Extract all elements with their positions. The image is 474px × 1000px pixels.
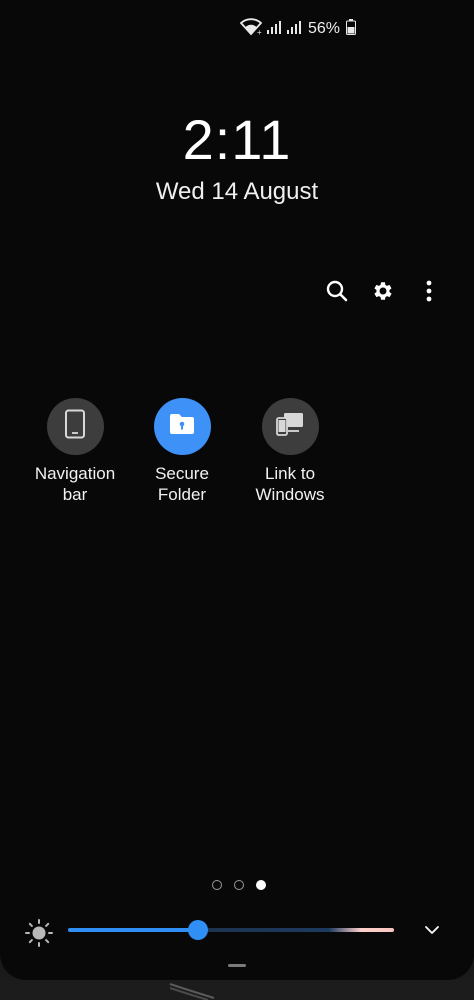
phone-navigation-icon bbox=[64, 409, 86, 444]
signal-bars-icon bbox=[286, 19, 302, 40]
panel-toolbar bbox=[314, 276, 452, 310]
brightness-expand-button[interactable] bbox=[418, 918, 446, 944]
tile-secure-folder[interactable]: Secure Folder bbox=[122, 398, 242, 505]
brightness-control bbox=[0, 912, 474, 952]
search-button[interactable] bbox=[314, 276, 360, 310]
battery-icon bbox=[346, 18, 357, 40]
page-dot[interactable] bbox=[234, 880, 244, 890]
tile-navigation-bar-circle[interactable] bbox=[46, 398, 104, 455]
tile-navigation-bar[interactable]: Navigation bar bbox=[15, 398, 135, 505]
brightness-sun-icon bbox=[24, 918, 54, 948]
clock-time[interactable]: 2:11 bbox=[0, 108, 474, 172]
tile-link-to-windows[interactable]: Link to Windows bbox=[230, 398, 350, 505]
secure-folder-icon bbox=[168, 412, 196, 441]
link-to-windows-icon bbox=[275, 411, 305, 442]
status-bar: + 56% bbox=[239, 16, 360, 42]
svg-text:+: + bbox=[257, 28, 262, 36]
tile-label: Navigation bar bbox=[34, 464, 116, 504]
more-options-button[interactable] bbox=[406, 276, 452, 310]
tile-label: Secure Folder bbox=[155, 464, 209, 504]
search-icon bbox=[325, 279, 349, 308]
brightness-slider-fill bbox=[68, 928, 199, 932]
quick-tiles: Navigation bar Secure Folder Link to Win… bbox=[0, 398, 474, 518]
background-behind-panel bbox=[0, 980, 474, 1000]
battery-percent: 56% bbox=[308, 20, 341, 37]
tile-secure-folder-circle[interactable] bbox=[153, 398, 211, 455]
tile-link-to-windows-circle[interactable] bbox=[261, 398, 319, 455]
quick-panel: + 56% 2:11 Wed 14 August Navigation bar … bbox=[0, 0, 474, 980]
gear-icon bbox=[371, 279, 395, 308]
panel-drag-handle[interactable] bbox=[228, 964, 246, 967]
settings-button[interactable] bbox=[360, 276, 406, 310]
tile-label: Link to Windows bbox=[255, 464, 325, 504]
page-indicator bbox=[0, 880, 474, 890]
clock-date[interactable]: Wed 14 August bbox=[0, 176, 474, 208]
signal-bars-icon bbox=[266, 19, 282, 40]
background-decoration bbox=[169, 983, 215, 1000]
page-dot[interactable] bbox=[212, 880, 222, 890]
page-dot-current[interactable] bbox=[256, 880, 266, 890]
chevron-down-icon bbox=[424, 922, 440, 940]
wifi-icon: + bbox=[239, 17, 263, 41]
more-vertical-icon bbox=[425, 279, 433, 308]
